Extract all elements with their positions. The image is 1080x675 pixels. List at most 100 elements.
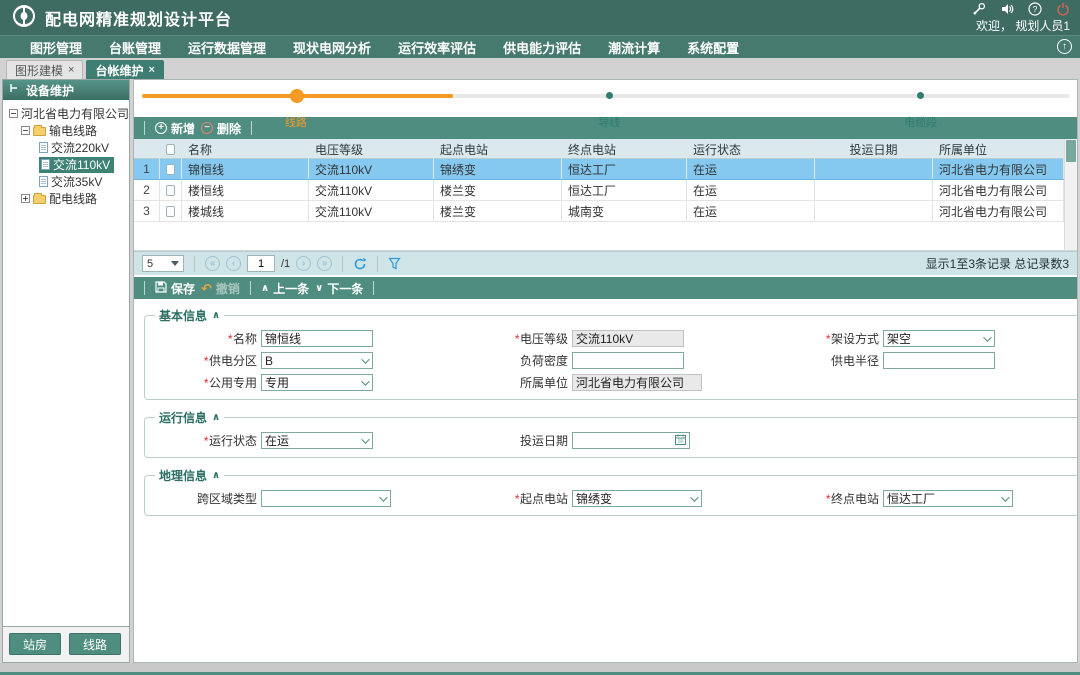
col-unit[interactable]: 所属单位 <box>933 139 1064 159</box>
menu-item-power-flow[interactable]: 潮流计算 <box>608 38 660 57</box>
field-label: *名称 <box>149 330 261 347</box>
cell-end: 恒达工厂 <box>562 180 687 200</box>
minus-toggle-icon[interactable] <box>21 126 30 135</box>
previous-record-label: 上一条 <box>273 280 309 297</box>
tree-node-ac110kv-selected[interactable]: 交流110kV <box>5 156 127 173</box>
run-status-select[interactable]: 在运 <box>261 432 373 449</box>
line-button[interactable]: 线路 <box>69 633 121 655</box>
detail-form: 基本信息 ∧ *名称 *电压等级 交流110kV *架设方式 <box>134 299 1077 662</box>
sound-icon[interactable] <box>1000 2 1014 16</box>
help-icon[interactable]: ? <box>1028 2 1042 16</box>
next-page-icon[interactable]: › <box>296 256 311 271</box>
tree-node-distribution-lines[interactable]: 配电线路 <box>5 190 127 207</box>
filter-icon[interactable] <box>388 257 401 270</box>
collapse-section-icon[interactable]: ∧ <box>212 310 220 321</box>
tree-node-ac220kv[interactable]: 交流220kV <box>5 139 127 156</box>
form-toolbar: 保存 ↶ 撤销 ∧ 上一条 ∨ 下一条 <box>134 277 1077 299</box>
menu-item-graphics[interactable]: 图形管理 <box>30 38 82 57</box>
scrollbar-thumb[interactable] <box>1066 140 1076 162</box>
vertical-scrollbar[interactable] <box>1064 139 1077 250</box>
step-dot-cable-segment[interactable] <box>917 92 924 99</box>
menu-item-supply-capacity[interactable]: 供电能力评估 <box>503 38 581 57</box>
required-mark: * <box>825 332 830 346</box>
col-start-station[interactable]: 起点电站 <box>434 139 562 159</box>
erection-select[interactable]: 架空 <box>883 330 995 347</box>
tree-node-label: 输电线路 <box>49 122 97 139</box>
power-zone-select[interactable]: B <box>261 352 373 369</box>
record-summary: 显示1至3条记录 总记录数3 <box>926 255 1069 272</box>
required-mark: * <box>203 434 208 448</box>
plus-toggle-icon[interactable] <box>21 194 30 203</box>
undo-button[interactable]: ↶ 撤销 <box>201 280 240 297</box>
col-voltage[interactable]: 电压等级 <box>309 139 434 159</box>
supply-radius-input[interactable] <box>883 352 995 369</box>
close-icon[interactable]: × <box>68 65 74 76</box>
required-mark: * <box>825 492 830 506</box>
chevron-down-icon <box>690 493 698 501</box>
menu-item-system-config[interactable]: 系统配置 <box>687 38 739 57</box>
select-all-checkbox[interactable] <box>166 144 175 155</box>
start-station-select[interactable]: 锦绣变 <box>572 490 702 507</box>
public-private-select[interactable]: 专用 <box>261 374 373 391</box>
field-label: 投运日期 <box>460 432 572 449</box>
field-label: 所属单位 <box>460 374 572 391</box>
step-dot-conductor[interactable] <box>606 92 613 99</box>
col-end-station[interactable]: 终点电站 <box>562 139 687 159</box>
tab-ledger-maintenance[interactable]: 台帐维护 × <box>86 60 163 79</box>
last-page-icon[interactable]: » <box>317 256 332 271</box>
tab-bar: 图形建模 × 台帐维护 × <box>0 58 1080 79</box>
tab-graphic-modeling[interactable]: 图形建模 × <box>6 60 83 79</box>
delete-button[interactable]: − 删除 <box>201 120 241 137</box>
collapse-section-icon[interactable]: ∧ <box>212 412 220 423</box>
calendar-icon[interactable] <box>675 434 686 448</box>
name-input[interactable] <box>261 330 373 347</box>
row-checkbox[interactable] <box>166 185 175 196</box>
tree-node-ac35kv[interactable]: 交流35kV <box>5 173 127 190</box>
first-page-icon[interactable]: « <box>205 256 220 271</box>
field-label: *电压等级 <box>460 330 572 347</box>
col-name[interactable]: 名称 <box>182 139 309 159</box>
prev-page-icon[interactable]: ‹ <box>226 256 241 271</box>
commission-date-input[interactable] <box>572 432 690 449</box>
collapse-section-icon[interactable]: ∧ <box>212 470 220 481</box>
power-icon[interactable] <box>1056 2 1070 16</box>
required-mark: * <box>514 332 519 346</box>
page-number-input[interactable] <box>247 255 275 272</box>
cross-region-select[interactable] <box>261 490 391 507</box>
row-checkbox[interactable] <box>166 206 175 217</box>
menu-item-ledger[interactable]: 台账管理 <box>109 38 161 57</box>
tree-node-company[interactable]: 河北省电力有限公司 <box>5 105 127 122</box>
minus-toggle-icon[interactable] <box>9 109 18 118</box>
row-checkbox[interactable] <box>166 164 175 175</box>
load-density-input[interactable] <box>572 352 684 369</box>
menu-item-grid-analysis[interactable]: 现状电网分析 <box>293 38 371 57</box>
table-row[interactable]: 2 楼恒线 交流110kV 楼兰变 恒达工厂 在运 河北省电力有限公司 <box>134 180 1064 201</box>
add-icon: + <box>155 122 167 134</box>
refresh-icon[interactable] <box>353 257 367 271</box>
required-mark: * <box>514 492 519 506</box>
table-row[interactable]: 1 锦恒线 交流110kV 锦绣变 恒达工厂 在运 河北省电力有限公司 <box>134 159 1064 180</box>
collapse-up-icon[interactable]: ↑ <box>1057 39 1072 54</box>
menu-item-operation-data[interactable]: 运行数据管理 <box>188 38 266 57</box>
close-icon[interactable]: × <box>148 65 154 76</box>
station-button[interactable]: 站房 <box>9 633 61 655</box>
cell-end: 城南变 <box>562 201 687 221</box>
step-label-cable-segment[interactable]: 电缆段 <box>904 114 937 130</box>
page-size-select[interactable]: 5 <box>142 255 184 272</box>
save-button[interactable]: 保存 <box>155 280 195 297</box>
col-status[interactable]: 运行状态 <box>687 139 815 159</box>
step-label-conductor[interactable]: 导线 <box>598 114 620 130</box>
next-record-button[interactable]: ∨ 下一条 <box>315 280 363 297</box>
step-dot-line[interactable] <box>290 89 304 103</box>
tree-node-transmission-lines[interactable]: 输电线路 <box>5 122 127 139</box>
section-basic-title: 基本信息 ∧ <box>155 307 224 324</box>
wrench-icon[interactable] <box>972 2 986 16</box>
form-row: *公用专用 专用 所属单位 河北省电力有限公司 <box>149 374 1077 391</box>
previous-record-button[interactable]: ∧ 上一条 <box>261 280 309 297</box>
menu-item-efficiency[interactable]: 运行效率评估 <box>398 38 476 57</box>
col-commission-date[interactable]: 投运日期 <box>815 139 933 159</box>
table-row[interactable]: 3 楼城线 交流110kV 楼兰变 城南变 在运 河北省电力有限公司 <box>134 201 1064 222</box>
end-station-select[interactable]: 恒达工厂 <box>883 490 1013 507</box>
step-label-line[interactable]: 线路 <box>285 114 307 130</box>
add-button[interactable]: + 新增 <box>155 120 195 137</box>
